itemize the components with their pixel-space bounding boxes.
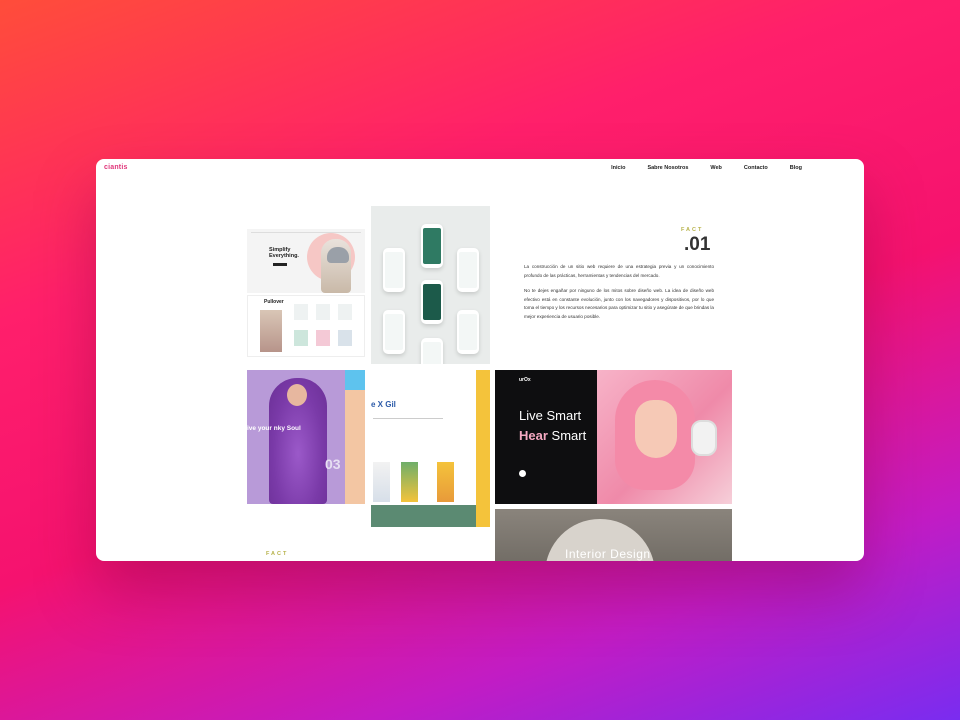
product-thumb bbox=[338, 304, 352, 320]
beanie-shape bbox=[327, 247, 349, 263]
headphones-icon bbox=[691, 420, 717, 456]
portfolio-tile-app-mockups[interactable] bbox=[371, 206, 490, 364]
smart-headline-1: Live Smart bbox=[519, 408, 582, 423]
pullover-brand: Pullover bbox=[264, 299, 284, 305]
green-footer-band bbox=[371, 505, 476, 527]
fact-label: FACT bbox=[681, 227, 704, 233]
top-navbar: ciantis Inicio Sabre Nosotros Web Contac… bbox=[96, 159, 864, 179]
portfolio-tile-simplify[interactable]: Simplify Everything. bbox=[247, 229, 365, 293]
phone-mockup bbox=[383, 310, 405, 354]
nav-web[interactable]: Web bbox=[710, 165, 722, 171]
model-face bbox=[635, 400, 677, 458]
product-thumb bbox=[294, 330, 308, 346]
nav-contacto[interactable]: Contacto bbox=[744, 165, 768, 171]
interior-title: Interior Design bbox=[565, 547, 651, 561]
mock-header-line bbox=[251, 232, 361, 233]
phone-mockup bbox=[383, 248, 405, 292]
fact-paragraph-1: La construcción de un sitio web requiere… bbox=[524, 264, 714, 278]
play-icon[interactable] bbox=[519, 470, 526, 477]
site-logo[interactable]: ciantis bbox=[104, 164, 128, 171]
portfolio-tile-gil[interactable]: e X Gil bbox=[371, 370, 490, 527]
fact-number: .01 bbox=[684, 234, 711, 255]
main-nav: Inicio Sabre Nosotros Web Contacto Blog bbox=[611, 165, 802, 171]
phone-mockup bbox=[421, 224, 443, 268]
nav-blog[interactable]: Blog bbox=[790, 165, 802, 171]
person-photo bbox=[437, 462, 454, 502]
mock-button bbox=[273, 263, 287, 266]
peach-accent bbox=[345, 390, 365, 504]
nav-sobre-nosotros[interactable]: Sabre Nosotros bbox=[647, 165, 688, 171]
product-thumb bbox=[294, 304, 308, 320]
fact-paragraph-2: No te dejes engañar por ninguno de los m… bbox=[524, 288, 714, 319]
portfolio-tile-pullover[interactable]: Pullover bbox=[247, 295, 365, 357]
text-line bbox=[373, 418, 443, 419]
portfolio-tile-fashion[interactable]: ive your nky Soul 03 bbox=[247, 370, 365, 504]
gil-title: e X Gil bbox=[371, 400, 396, 409]
blue-accent bbox=[345, 370, 365, 390]
hear-word: Hear bbox=[519, 428, 548, 443]
product-thumb bbox=[338, 330, 352, 346]
smart-brand: urOx bbox=[519, 377, 531, 383]
product-thumb bbox=[316, 304, 330, 320]
phone-mockup bbox=[421, 338, 443, 364]
person-photo bbox=[401, 462, 418, 502]
fashion-headline: ive your nky Soul bbox=[247, 425, 301, 432]
phone-mockup bbox=[457, 310, 479, 354]
slide-number: 03 bbox=[325, 456, 341, 472]
browser-window: ciantis Inicio Sabre Nosotros Web Contac… bbox=[96, 159, 864, 561]
fact-description: La construcción de un sitio web requiere… bbox=[524, 263, 714, 329]
portfolio-tile-interior-design[interactable]: Interior Design bbox=[495, 509, 732, 561]
portfolio-tile-live-smart[interactable]: urOx Live Smart Hear Smart bbox=[495, 370, 732, 504]
person-photo bbox=[373, 462, 390, 502]
product-thumb bbox=[316, 330, 330, 346]
logo-text: ciantis bbox=[104, 164, 128, 171]
model-face bbox=[287, 384, 307, 406]
simplify-headline: Simplify Everything. bbox=[269, 247, 299, 259]
nav-inicio[interactable]: Inicio bbox=[611, 165, 625, 171]
phone-mockup bbox=[421, 280, 443, 324]
phone-mockup bbox=[457, 248, 479, 292]
smart-word: Smart bbox=[547, 428, 587, 443]
fact-label-2: FACT bbox=[266, 551, 289, 557]
smart-headline-2: Hear Smart bbox=[519, 428, 586, 443]
model-portrait bbox=[260, 310, 282, 352]
yellow-accent bbox=[476, 370, 490, 527]
